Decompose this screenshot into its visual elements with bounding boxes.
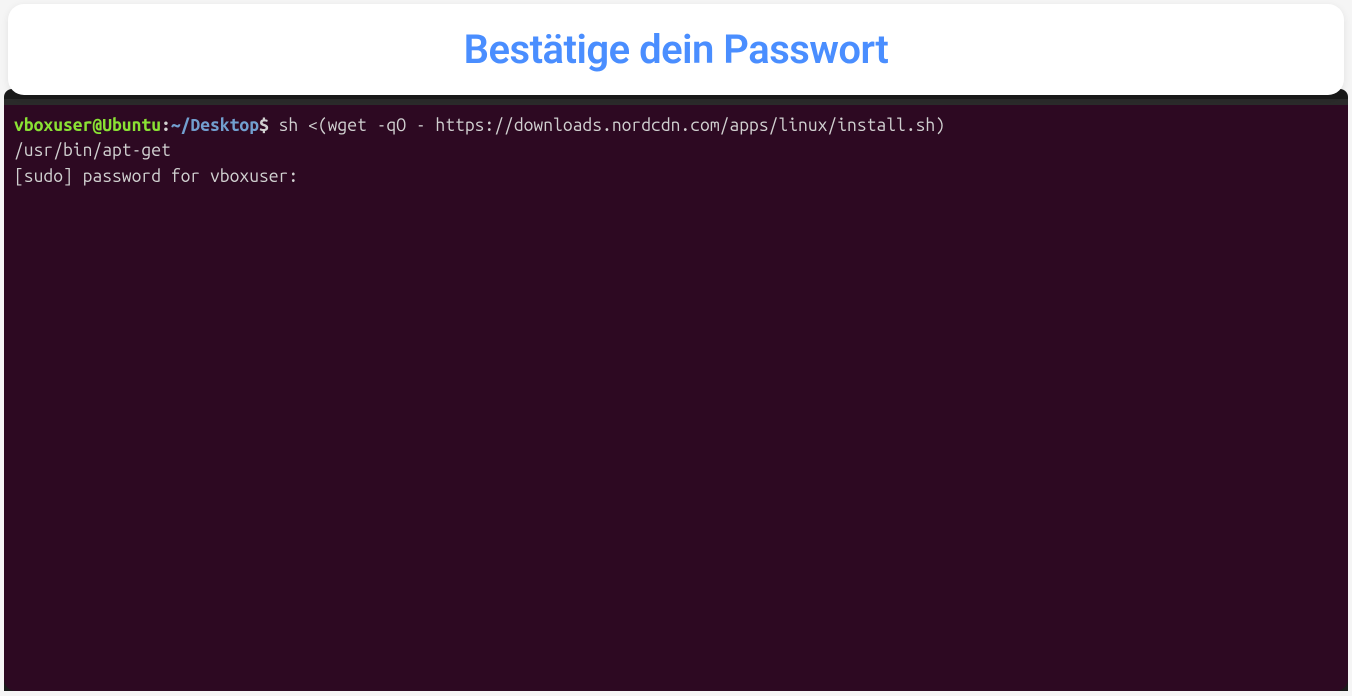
prompt-user-host: vboxuser@Ubuntu xyxy=(14,116,161,135)
terminal-window: vboxuser@Ubuntu:~/Desktop$ sh <(wget -qO… xyxy=(4,89,1348,691)
terminal-body[interactable]: vboxuser@Ubuntu:~/Desktop$ sh <(wget -qO… xyxy=(4,105,1348,691)
prompt-path: ~/Desktop xyxy=(171,116,259,135)
terminal-command: sh <(wget -qO - https://downloads.nordcd… xyxy=(269,116,945,135)
terminal-prompt-line: vboxuser@Ubuntu:~/Desktop$ sh <(wget -qO… xyxy=(14,113,1338,138)
prompt-symbol: $ xyxy=(259,116,269,135)
terminal-output-line: /usr/bin/apt-get xyxy=(14,138,1338,163)
prompt-separator: : xyxy=(161,116,171,135)
sudo-password-prompt[interactable]: [sudo] password for vboxuser: xyxy=(14,164,1338,189)
instruction-banner: Bestätige dein Passwort xyxy=(8,4,1344,95)
instruction-title: Bestätige dein Passwort xyxy=(28,26,1324,73)
